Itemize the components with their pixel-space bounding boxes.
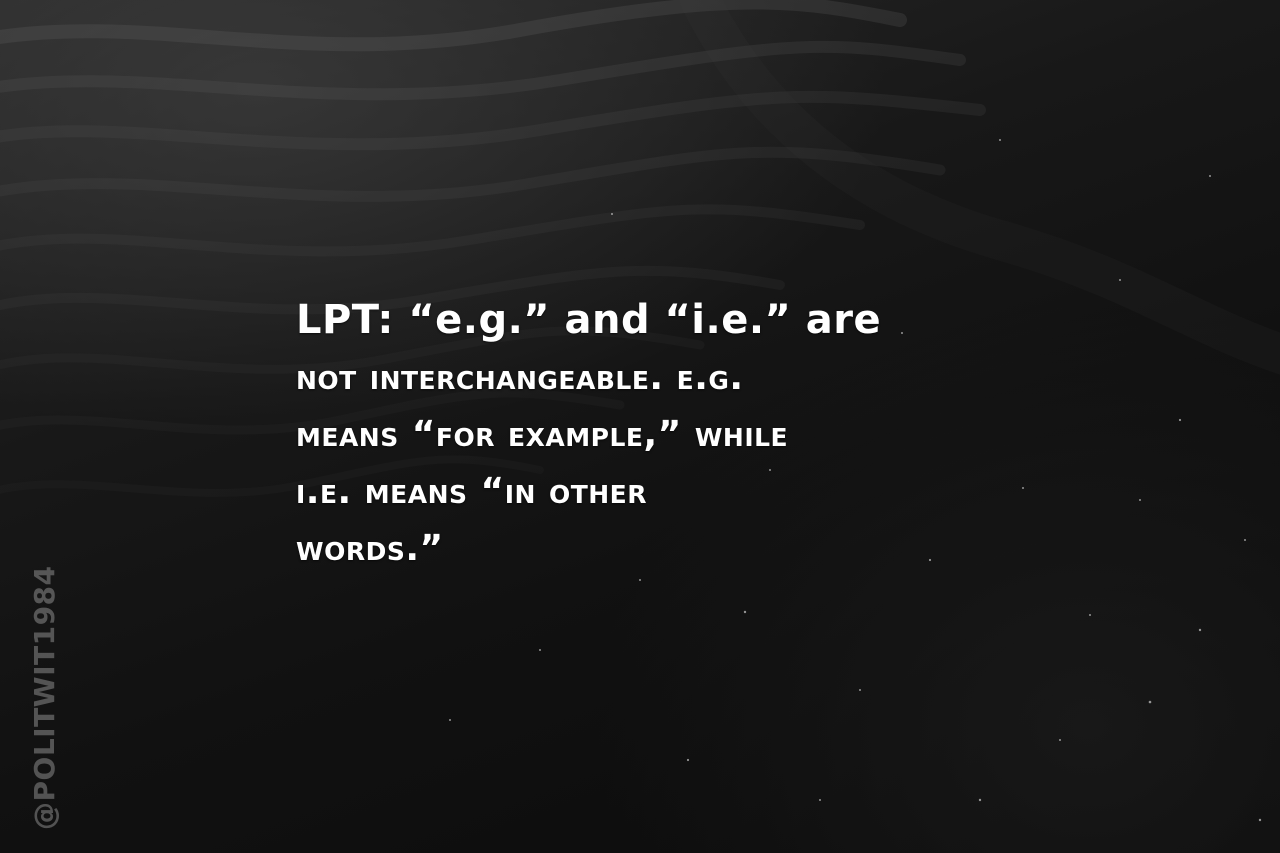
meme-canvas: LPT: “e.g.” and “i.e.” are not interchan… <box>0 0 1280 853</box>
quote-line-2: not interchangeable. e.g. <box>296 357 744 398</box>
quote-line-5: words.” <box>296 528 444 569</box>
quote-line-3: means “for example,” while <box>296 414 789 455</box>
quote-text: LPT: “e.g.” and “i.e.” are not interchan… <box>296 292 1016 577</box>
quote-line-1: LPT: “e.g.” and “i.e.” are <box>296 297 882 343</box>
author-watermark: @POLITWIT1984 <box>28 565 61 830</box>
quote-line-4: i.e. means “in other <box>296 471 648 512</box>
